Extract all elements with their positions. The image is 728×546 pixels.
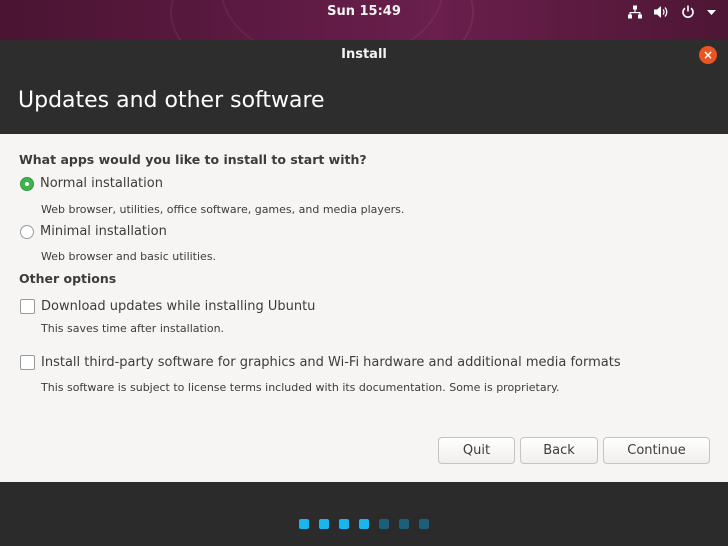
installer-footer: [0, 482, 728, 546]
main-content: What apps would you like to install to s…: [0, 134, 728, 484]
normal-installation-description: Web browser, utilities, office software,…: [41, 203, 405, 216]
other-options-heading: Other options: [19, 271, 117, 286]
top-panel: Sun 15:49: [0, 0, 728, 40]
progress-dot: [319, 519, 329, 529]
power-icon[interactable]: [681, 4, 695, 23]
window-title: Install: [341, 47, 387, 62]
progress-dot: [399, 519, 409, 529]
third-party-software-description: This software is subject to license term…: [41, 381, 560, 394]
chevron-down-icon[interactable]: [707, 4, 716, 23]
clock[interactable]: Sun 15:49: [0, 4, 728, 19]
system-tray[interactable]: [628, 4, 716, 23]
volume-icon[interactable]: [654, 4, 669, 23]
progress-dot: [379, 519, 389, 529]
third-party-software-checkbox[interactable]: [20, 355, 35, 370]
installer-window: Install × Updates and other software Wha…: [0, 40, 728, 546]
network-icon[interactable]: [628, 4, 642, 23]
page-title: Updates and other software: [18, 88, 325, 113]
third-party-software-option[interactable]: Install third-party software for graphic…: [20, 355, 621, 370]
minimal-installation-label[interactable]: Minimal installation: [40, 224, 167, 239]
continue-button[interactable]: Continue: [603, 437, 710, 464]
download-updates-label[interactable]: Download updates while installing Ubuntu: [41, 299, 315, 314]
download-updates-option[interactable]: Download updates while installing Ubuntu: [20, 299, 315, 314]
progress-dot: [419, 519, 429, 529]
progress-indicator: [0, 519, 728, 529]
back-button[interactable]: Back: [520, 437, 598, 464]
third-party-software-label[interactable]: Install third-party software for graphic…: [41, 355, 621, 370]
progress-dot: [299, 519, 309, 529]
window-titlebar[interactable]: Install ×: [0, 40, 728, 70]
download-updates-description: This saves time after installation.: [41, 322, 225, 335]
minimal-installation-radio[interactable]: [20, 224, 34, 239]
progress-dot: [359, 519, 369, 529]
page-header: Updates and other software: [0, 70, 728, 134]
progress-dot: [339, 519, 349, 529]
close-button[interactable]: ×: [699, 46, 717, 64]
minimal-installation-description: Web browser and basic utilities.: [41, 250, 217, 263]
minimal-installation-option[interactable]: Minimal installation: [20, 224, 167, 239]
normal-installation-radio[interactable]: [20, 176, 34, 191]
normal-installation-option[interactable]: Normal installation: [20, 176, 163, 191]
download-updates-checkbox[interactable]: [20, 299, 35, 314]
apps-section-heading: What apps would you like to install to s…: [19, 152, 367, 167]
quit-button[interactable]: Quit: [438, 437, 515, 464]
normal-installation-label[interactable]: Normal installation: [40, 176, 163, 191]
